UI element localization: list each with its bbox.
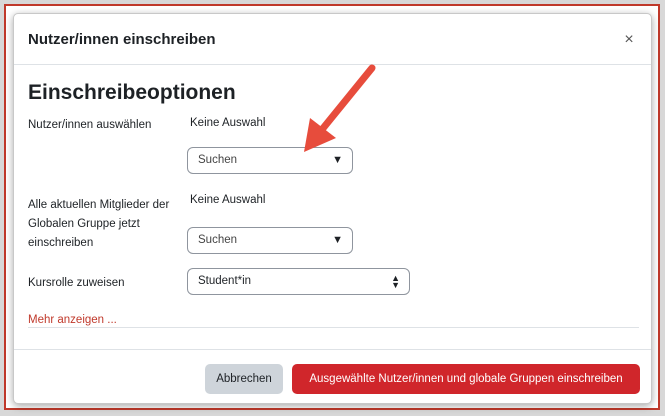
dialog-header: Nutzer/innen einschreiben × (14, 14, 651, 65)
triangle-down-icon: ▼ (332, 154, 343, 166)
up-down-chevron-icon: ▲ ▼ (391, 273, 400, 290)
cohorts-selection-status: Keine Auswahl (190, 194, 266, 206)
select-users-label: Nutzer/innen auswählen (28, 119, 152, 131)
users-search-dropdown[interactable]: Suchen ▼ (187, 147, 353, 174)
cohorts-search-dropdown[interactable]: Suchen ▼ (187, 227, 353, 254)
enrol-users-dialog: Nutzer/innen einschreiben × Einschreibeo… (13, 13, 652, 404)
cohorts-search-text: Suchen (198, 234, 238, 246)
users-selection-status: Keine Auswahl (190, 117, 266, 129)
show-more-link[interactable]: Mehr anzeigen ... (28, 314, 117, 326)
cohorts-label: Alle aktuellen Mitglieder der Globalen G… (28, 199, 170, 249)
role-selected-value: Student*in (198, 275, 252, 287)
role-select[interactable]: Student*in ▲ ▼ (187, 268, 410, 295)
users-search-text: Suchen (198, 154, 238, 166)
dialog-title: Nutzer/innen einschreiben (28, 31, 216, 48)
enrol-button[interactable]: Ausgewählte Nutzer/innen und globale Gru… (292, 364, 640, 394)
section-title: Einschreibeoptionen (28, 81, 236, 104)
assign-role-label: Kursrolle zuweisen (28, 277, 125, 289)
cancel-button[interactable]: Abbrechen (205, 364, 283, 394)
close-icon[interactable]: × (621, 32, 637, 48)
screenshot-frame: : Nutzer/innen einschreiben × Einschreib… (0, 0, 665, 416)
dialog-footer: Abbrechen Ausgewählte Nutzer/innen und g… (14, 349, 651, 403)
divider (28, 327, 639, 328)
triangle-down-icon: ▼ (332, 234, 343, 246)
